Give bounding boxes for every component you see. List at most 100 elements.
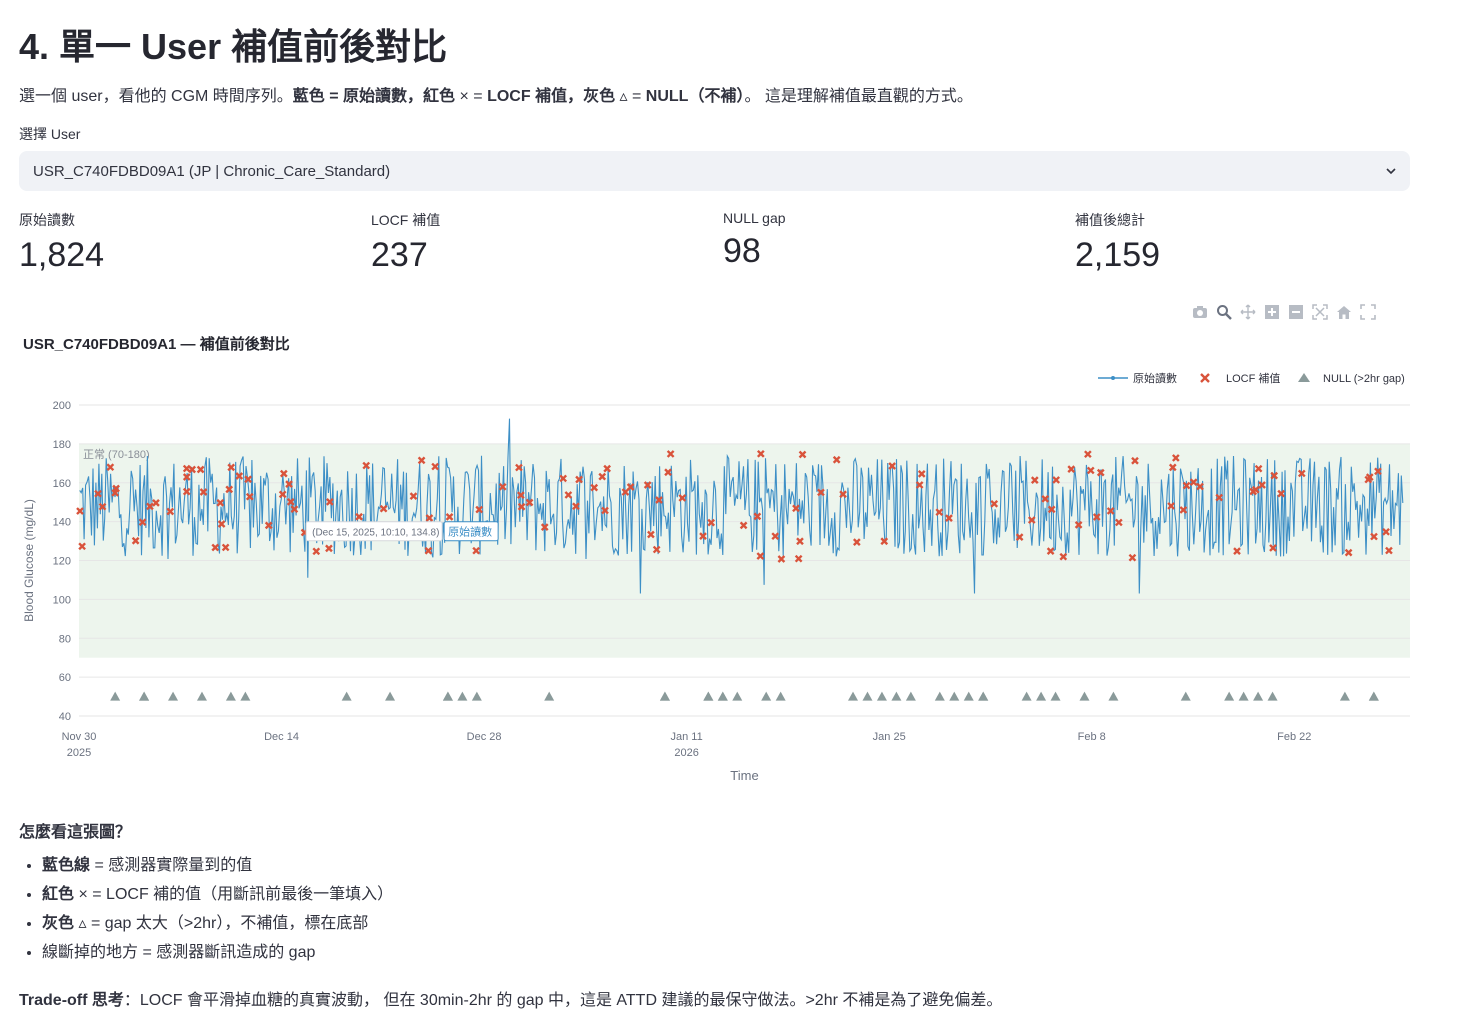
- metric-total: 補值後總計 2,159: [1075, 210, 1160, 275]
- null-gap-marker: [1224, 691, 1235, 701]
- metric-label: LOCF 補值: [371, 212, 441, 228]
- y-tick-label: 200: [53, 400, 71, 412]
- null-gap-marker: [240, 691, 251, 701]
- null-gap-marker: [848, 691, 859, 701]
- tradeoff-bold: Trade-off 思考: [19, 992, 124, 1009]
- glucose-chart[interactable]: USR_C740FDBD09A1 — 補值前後對比正常 (70-180) 200 1…: [0, 330, 1430, 790]
- legend-raw-dot: [1111, 376, 1115, 380]
- explain-heading: 怎麼看這張圖？: [19, 824, 132, 841]
- y-tick-label: 100: [53, 594, 71, 606]
- y-tick-label: 120: [53, 556, 71, 568]
- null-gap-marker: [891, 691, 902, 701]
- list-item-text: × = LOCF 補的值（用斷訊前最後一筆填入）: [74, 886, 394, 903]
- null-gap-marker: [1079, 691, 1090, 701]
- null-gap-marker: [471, 691, 482, 701]
- null-gap-marker: [1253, 691, 1264, 701]
- null-gap-marker: [876, 691, 887, 701]
- y-tick-label: 60: [59, 672, 71, 684]
- legend-raw-label: 原始讀數: [1133, 371, 1177, 385]
- null-gap-marker: [934, 691, 945, 701]
- x-tick-label: Feb 22: [1277, 731, 1311, 743]
- legend-null-swatch: [1298, 373, 1310, 382]
- null-gap-marker: [862, 691, 873, 701]
- page-title: 4. 單一 User 補值前後對比: [19, 26, 448, 67]
- user-select-dropdown[interactable]: USR_C740FDBD09A1 (JP | Chronic_Care_Stan…: [19, 151, 1410, 191]
- intro-bold: LOCF 補值，灰色: [487, 88, 616, 105]
- metric-value: 237: [371, 236, 428, 274]
- list-item-text: ▵ = gap 太大（>2hr），不補值，標在底部: [74, 915, 369, 932]
- metric-label: 補值後總計: [1075, 212, 1145, 228]
- null-gap-marker: [457, 691, 468, 701]
- metric-value: 2,159: [1075, 236, 1161, 274]
- x-tick-label: Dec 14: [264, 731, 299, 743]
- autoscale-icon[interactable]: [1312, 304, 1328, 320]
- zoom-out-icon[interactable]: [1288, 304, 1304, 320]
- null-gap-marker: [225, 691, 236, 701]
- y-tick-label: 80: [59, 633, 71, 645]
- y-tick-label: 40: [59, 711, 71, 723]
- legend-null-label: NULL (>2hr gap): [1323, 373, 1405, 385]
- null-gap-marker: [1108, 691, 1119, 701]
- list-item-text: = 感測器實際量到的值: [90, 857, 253, 874]
- null-gap-marker: [168, 691, 179, 701]
- legend-locf-swatch: [1200, 373, 1210, 383]
- null-gap-marker: [963, 691, 974, 701]
- null-gap-marker: [659, 691, 670, 701]
- null-gap-marker: [1238, 691, 1249, 701]
- hover-series-label: 原始讀數: [448, 525, 492, 539]
- user-select-value: USR_C740FDBD09A1 (JP | Chronic_Care_Stan…: [33, 162, 391, 180]
- list-item: 藍色線 = 感測器實際量到的值: [42, 855, 393, 876]
- chart-modebar: [1192, 304, 1376, 320]
- metric-raw: 原始讀數 1,824: [19, 210, 104, 275]
- null-gap-marker: [905, 691, 916, 701]
- null-gap-marker: [442, 691, 453, 701]
- null-gap-marker: [703, 691, 714, 701]
- list-item: 灰色 ▵ = gap 太大（>2hr），不補值，標在底部: [42, 913, 393, 934]
- null-gap-marker: [1267, 691, 1278, 701]
- tradeoff-note: Trade-off 思考：LOCF 會平滑掉血糖的真實波動， 但在 30min-…: [19, 986, 1002, 1010]
- legend-locf-label: LOCF 補值: [1226, 372, 1280, 385]
- metric-label: 原始讀數: [19, 212, 75, 228]
- y-tick-label: 180: [53, 439, 71, 451]
- null-gap-marker: [139, 691, 150, 701]
- list-item-text: 線斷掉的地方 = 感測器斷訊造成的 gap: [42, 944, 316, 961]
- null-gap-marker: [385, 691, 396, 701]
- metric-value: 1,824: [19, 236, 105, 274]
- intro-bold: 藍色 = 原始讀數，紅色: [292, 88, 456, 105]
- null-gap-marker: [1368, 691, 1379, 701]
- x-tick-sublabel: 2026: [674, 747, 698, 759]
- home-icon[interactable]: [1336, 304, 1352, 320]
- list-item-bold: 藍色線: [42, 857, 91, 874]
- null-gap-marker: [761, 691, 772, 701]
- x-tick-label: Jan 25: [873, 731, 906, 743]
- user-select-label: 選擇 User: [19, 126, 81, 142]
- null-gap-marker: [544, 691, 555, 701]
- intro-part: 選一個 user，看他的 CGM 時間序列。: [19, 88, 293, 105]
- chart-title: USR_C740FDBD09A1 — 補值前後對比: [23, 335, 290, 353]
- camera-icon[interactable]: [1192, 304, 1208, 320]
- hover-tooltip-text: (Dec 15, 2025, 10:10, 134.8): [312, 528, 439, 539]
- zoom-icon[interactable]: [1216, 304, 1232, 320]
- chevron-down-icon: [1386, 168, 1396, 175]
- x-axis-title: Time: [730, 768, 758, 783]
- metric-locf: LOCF 補值 237: [371, 210, 440, 275]
- list-item-bold: 灰色: [42, 915, 75, 932]
- zoom-in-icon[interactable]: [1264, 304, 1280, 320]
- list-item: 紅色 × = LOCF 補的值（用斷訊前最後一筆填入）: [42, 884, 393, 905]
- null-gap-marker: [1050, 691, 1061, 701]
- pan-icon[interactable]: [1240, 304, 1256, 320]
- y-tick-label: 160: [53, 478, 71, 490]
- fullscreen-icon[interactable]: [1360, 304, 1376, 320]
- null-gap-marker: [1180, 691, 1191, 701]
- y-axis-title: Blood Glucose (mg/dL): [22, 499, 36, 622]
- x-tick-label: Jan 11: [671, 731, 703, 743]
- x-tick-label: Dec 28: [467, 731, 502, 743]
- metric-label: NULL gap: [723, 210, 786, 226]
- null-gap-marker: [949, 691, 960, 701]
- metric-value: 98: [723, 232, 761, 270]
- null-gap-marker: [775, 691, 786, 701]
- x-tick-label: Nov 30: [62, 731, 97, 743]
- x-tick-label: Feb 8: [1078, 731, 1106, 743]
- null-gap-marker: [1021, 691, 1032, 701]
- metric-null: NULL gap 98: [723, 210, 786, 271]
